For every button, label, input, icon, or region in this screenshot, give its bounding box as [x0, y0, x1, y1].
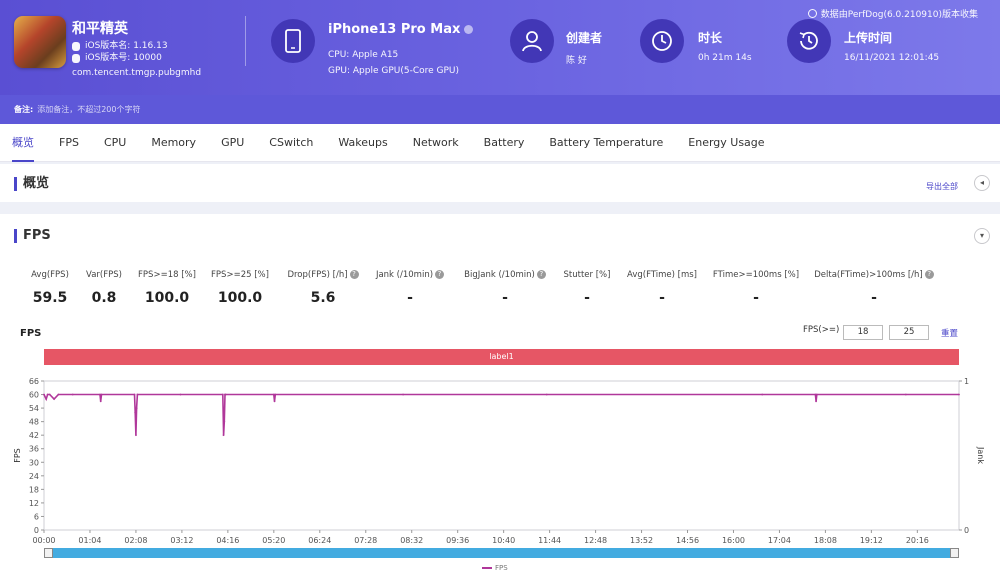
fps-threshold-label: FPS(>=) [803, 325, 840, 335]
upload-title: 上传时间 [844, 31, 893, 45]
metric-stutter: Stutter [%] - [563, 270, 611, 306]
apple-icon [72, 41, 80, 51]
clock-icon [640, 19, 684, 63]
tab-battery-temperature[interactable]: Battery Temperature [549, 124, 663, 162]
tab-wakeups[interactable]: Wakeups [338, 124, 387, 162]
report-header: 和平精英 iOS版本名: 1.16.13 iOS版本号: 10000 com.t… [0, 0, 1000, 95]
legend-swatch [482, 567, 492, 569]
tab-cswitch[interactable]: CSwitch [269, 124, 313, 162]
info-icon[interactable] [464, 25, 474, 34]
ios-version-name: iOS版本名: 1.16.13 [85, 41, 168, 51]
export-all-link[interactable]: 导出全部 [926, 181, 958, 192]
tab-network[interactable]: Network [413, 124, 459, 162]
tab-cpu[interactable]: CPU [104, 124, 126, 162]
help-icon[interactable]: ? [349, 270, 359, 279]
phone-icon [271, 19, 315, 63]
creator-value: 陈 好 [566, 56, 587, 66]
fps-threshold-input-1[interactable]: 18 [843, 325, 883, 340]
scroll-handle-right[interactable] [950, 548, 959, 558]
app-meta: iOS版本名: 1.16.13 iOS版本号: 10000 [72, 40, 168, 64]
upload-value: 16/11/2021 12:01:45 [844, 53, 940, 63]
metric-ftime-100: FTime>=100ms [%] - [712, 270, 800, 306]
notes-bar[interactable]: 备注: 添加备注，不超过200个字符 [0, 95, 1000, 124]
reset-link[interactable]: 重置 [941, 327, 958, 339]
tab-battery[interactable]: Battery [484, 124, 525, 162]
chart-title: FPS [20, 328, 42, 339]
metric-fps-18: FPS>=18 [%] 100.0 [138, 270, 196, 306]
metric-avg-ftime: Avg(FTime) [ms] - [627, 270, 697, 306]
device-name: iPhone13 Pro Max [328, 22, 474, 37]
scroll-handle-left[interactable] [44, 548, 53, 558]
help-icon[interactable]: ? [435, 270, 445, 279]
fps-metrics: Avg(FPS) 59.5 Var(FPS) 0.8 FPS>=18 [%] 100.… [0, 270, 1000, 310]
tab-energy-usage[interactable]: Energy Usage [688, 124, 764, 162]
metric-fps-25: FPS>=25 [%] 100.0 [211, 270, 269, 306]
collapse-left-icon[interactable]: ◂ [974, 175, 990, 191]
device-cpu: CPU: Apple A15 [328, 50, 399, 60]
help-icon[interactable]: ? [536, 270, 546, 279]
help-icon[interactable]: ? [924, 270, 934, 279]
apple-icon [72, 53, 80, 63]
fps-panel-title: FPS [14, 229, 51, 243]
metric-avg-fps: Avg(FPS) 59.5 [31, 270, 69, 306]
collapse-down-icon[interactable]: ▾ [974, 228, 990, 244]
collector-note: 数据由PerfDog(6.0.210910)版本收集 [807, 7, 978, 20]
creator-title: 创建者 [566, 31, 603, 45]
history-icon [787, 19, 831, 63]
notes-label: 备注: [14, 105, 34, 114]
device-gpu: GPU: Apple GPU(5-Core GPU) [328, 66, 460, 76]
metric-tabs: 概览 FPS CPU Memory GPU CSwitch Wakeups Ne… [0, 124, 1000, 162]
chart-legend[interactable]: FPS [482, 564, 508, 572]
tab-fps[interactable]: FPS [59, 124, 79, 162]
metric-jank: Jank (/10min)? - [370, 270, 450, 306]
notes-input[interactable]: 添加备注，不超过200个字符 [37, 105, 140, 114]
overview-panel: 概览 导出全部 ◂ [0, 164, 1000, 202]
header-divider [245, 16, 246, 66]
tab-memory[interactable]: Memory [151, 124, 196, 162]
label-band[interactable]: label1 [44, 349, 959, 365]
metric-delta-ftime: Delta(FTime)>100ms [/h]? - [812, 270, 936, 306]
info-circle-icon [807, 9, 817, 18]
metric-bigjank: BigJank (/10min)? - [458, 270, 552, 306]
overview-title: 概览 [14, 177, 49, 191]
duration-title: 时长 [698, 31, 723, 45]
tab-overview[interactable]: 概览 [12, 124, 34, 162]
metric-drop-fps: Drop(FPS) [/h]? 5.6 [281, 270, 365, 306]
time-scrollbar[interactable] [44, 548, 959, 558]
ios-version-code: iOS版本号: 10000 [85, 53, 162, 63]
app-name: 和平精英 [72, 21, 128, 37]
metric-var-fps: Var(FPS) 0.8 [86, 270, 122, 306]
tab-gpu[interactable]: GPU [221, 124, 244, 162]
app-icon [14, 16, 66, 68]
user-icon [510, 19, 554, 63]
duration-value: 0h 21m 14s [698, 53, 752, 63]
bundle-id: com.tencent.tmgp.pubgmhd [72, 68, 202, 78]
fps-threshold-input-2[interactable]: 25 [889, 325, 929, 340]
